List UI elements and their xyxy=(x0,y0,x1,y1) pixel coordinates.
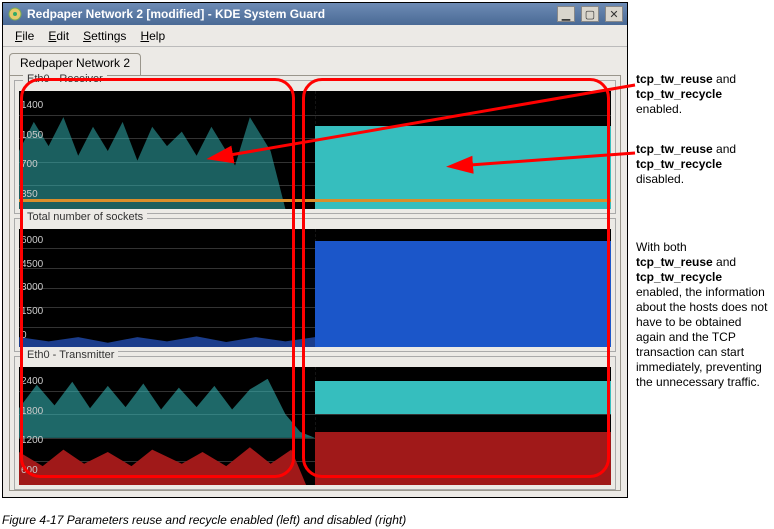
annotation-explanation: With both tcp_tw_reuse and tcp_tw_recycl… xyxy=(636,240,768,390)
tab-network2[interactable]: Redpaper Network 2 xyxy=(9,53,141,75)
series-tx-disabled-upper xyxy=(315,381,611,414)
app-window: Redpaper Network 2 [modified] - KDE Syst… xyxy=(2,2,628,498)
app-icon xyxy=(7,6,23,22)
content-area: Redpaper Network 2 Eth0 - Receiver 1400 … xyxy=(3,47,627,497)
series-recv-disabled xyxy=(315,126,611,209)
yaxis-receiver: 1400 1050 700 350 xyxy=(21,91,43,209)
group-transmitter-label: Eth0 - Transmitter xyxy=(23,349,118,361)
menu-file[interactable]: File xyxy=(9,27,40,45)
yaxis-sockets: 6000 4500 3000 1500 0 xyxy=(21,229,43,347)
panel: Eth0 - Receiver 1400 1050 700 350 xyxy=(9,75,621,491)
titlebar[interactable]: Redpaper Network 2 [modified] - KDE Syst… xyxy=(3,3,627,25)
group-receiver: Eth0 - Receiver 1400 1050 700 350 xyxy=(14,80,616,214)
chart-sockets[interactable]: 6000 4500 3000 1500 0 xyxy=(19,229,611,347)
series-sock-disabled xyxy=(315,241,611,347)
series-sock-enabled xyxy=(19,333,315,347)
series-tx-disabled-lower xyxy=(315,432,611,485)
annotation-enabled: tcp_tw_reuse and tcp_tw_recycle enabled. xyxy=(636,72,768,117)
menu-edit[interactable]: Edit xyxy=(42,27,75,45)
figure-caption: Figure 4-17 Parameters reuse and recycle… xyxy=(2,513,406,527)
maximize-button[interactable]: ▢ xyxy=(581,6,599,22)
menu-help[interactable]: Help xyxy=(134,27,171,45)
annotation-disabled: tcp_tw_reuse and tcp_tw_recycle disabled… xyxy=(636,142,768,187)
chart-transmitter[interactable]: 2400 1800 1200 600 xyxy=(19,367,611,485)
menubar: File Edit Settings Help xyxy=(3,25,627,47)
group-sockets-label: Total number of sockets xyxy=(23,211,147,223)
minimize-button[interactable]: ▁ xyxy=(557,6,575,22)
yaxis-transmitter: 2400 1800 1200 600 xyxy=(21,367,43,485)
series-recv-enabled xyxy=(19,112,315,209)
series-tx-enabled-upper xyxy=(19,379,315,438)
group-sockets: Total number of sockets 6000 4500 3000 1… xyxy=(14,218,616,352)
tab-row: Redpaper Network 2 xyxy=(9,53,621,75)
window-title: Redpaper Network 2 [modified] - KDE Syst… xyxy=(27,7,551,21)
group-receiver-label: Eth0 - Receiver xyxy=(23,73,107,85)
series-recv-baseline xyxy=(19,199,611,202)
menu-settings[interactable]: Settings xyxy=(77,27,132,45)
chart-receiver[interactable]: 1400 1050 700 350 xyxy=(19,91,611,209)
close-button[interactable]: ✕ xyxy=(605,6,623,22)
group-transmitter: Eth0 - Transmitter 2400 1800 1200 600 xyxy=(14,356,616,490)
